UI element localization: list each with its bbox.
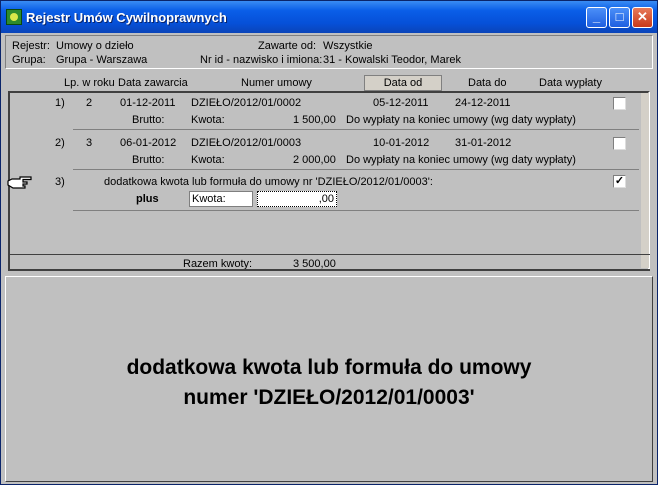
app-window: Rejestr Umów Cywilnoprawnych _ □ ✕ Rejes… (0, 0, 658, 485)
col-lp[interactable]: Lp. w roku (64, 77, 115, 89)
row-index: 3) (55, 176, 65, 188)
row-number: DZIEŁO/2012/01/0003 (191, 137, 302, 149)
info-panel: Rejestr: Umowy o dzieło Zawarte od: Wszy… (5, 35, 653, 69)
col-date-concluded[interactable]: Data zawarcia (118, 77, 188, 89)
minimize-button[interactable]: _ (586, 7, 607, 28)
grid-bottom-line (8, 254, 650, 255)
col-contract-number[interactable]: Numer umowy (241, 77, 312, 89)
row-date-to: 24-12-2011 (455, 97, 511, 109)
row-divider (73, 169, 639, 170)
row-checkbox[interactable] (613, 137, 626, 150)
row-gross-label: Brutto: (132, 154, 165, 166)
concluded-label: Zawarte od: (258, 40, 317, 52)
close-button[interactable]: ✕ (632, 7, 653, 28)
row-date-to: 31-01-2012 (455, 137, 512, 149)
total-divider (8, 269, 650, 271)
group-value: Grupa - Warszawa (56, 54, 148, 66)
col-date-from[interactable]: Data od (364, 75, 442, 91)
extra-label: dodatkowa kwota lub formuła do umowy nr … (104, 176, 433, 188)
row-number: DZIEŁO/2012/01/0002 (191, 97, 302, 109)
col-payment-date[interactable]: Data wypłaty (539, 77, 602, 89)
register-label: Rejestr: (12, 40, 50, 52)
vertical-scrollbar[interactable] (641, 93, 649, 268)
row-lp: 2 (86, 97, 93, 109)
row-index: 1) (55, 97, 65, 109)
row-lp: 3 (86, 137, 93, 149)
col-date-to[interactable]: Data do (468, 77, 507, 89)
preview-line-1: dodatkowa kwota lub formuła do umowy (126, 356, 532, 379)
preview-line-2: numer 'DZIEŁO/2012/01/0003' (183, 386, 475, 409)
row-divider (73, 129, 639, 130)
row-amount: 2 000,00 (293, 154, 336, 166)
concluded-value: Wszystkie (323, 40, 373, 52)
kwota-field-label: Kwota: (189, 191, 253, 207)
person-label: Nr id - nazwisko i imiona: (200, 54, 323, 66)
row-amount-label: Kwota: (191, 154, 225, 166)
row-amount-label: Kwota: (191, 114, 225, 126)
row-checkbox[interactable] (613, 97, 626, 110)
plus-label: plus (136, 193, 159, 205)
row-divider (73, 210, 639, 211)
row-amount: 1 500,00 (293, 114, 336, 126)
title-bar[interactable]: Rejestr Umów Cywilnoprawnych _ □ ✕ (1, 1, 657, 33)
row-payout: Do wypłaty na koniec umowy (wg daty wypł… (346, 114, 576, 126)
preview-text: dodatkowa kwota lub formuła do umowy num… (6, 353, 652, 413)
app-icon (6, 9, 22, 25)
preview-panel: dodatkowa kwota lub formuła do umowy num… (5, 276, 653, 482)
row-date: 06-01-2012 (120, 137, 177, 149)
row-date-from: 10-01-2012 (373, 137, 430, 149)
window-title: Rejestr Umów Cywilnoprawnych (26, 10, 227, 25)
row-gross-label: Brutto: (132, 114, 165, 126)
row-date-from: 05-12-2011 (373, 97, 429, 109)
person-value: 31 - Kowalski Teodor, Marek (323, 54, 461, 66)
extra-checkbox[interactable]: ✓ (613, 175, 626, 188)
row-payout: Do wypłaty na koniec umowy (wg daty wypł… (346, 154, 576, 166)
row-date: 01-12-2011 (120, 97, 176, 109)
kwota-input[interactable]: ,00 (257, 191, 337, 207)
register-value: Umowy o dzieło (56, 40, 134, 52)
pointing-hand-icon (7, 176, 32, 189)
row-index: 2) (55, 137, 65, 149)
group-label: Grupa: (12, 54, 46, 66)
maximize-button[interactable]: □ (609, 7, 630, 28)
